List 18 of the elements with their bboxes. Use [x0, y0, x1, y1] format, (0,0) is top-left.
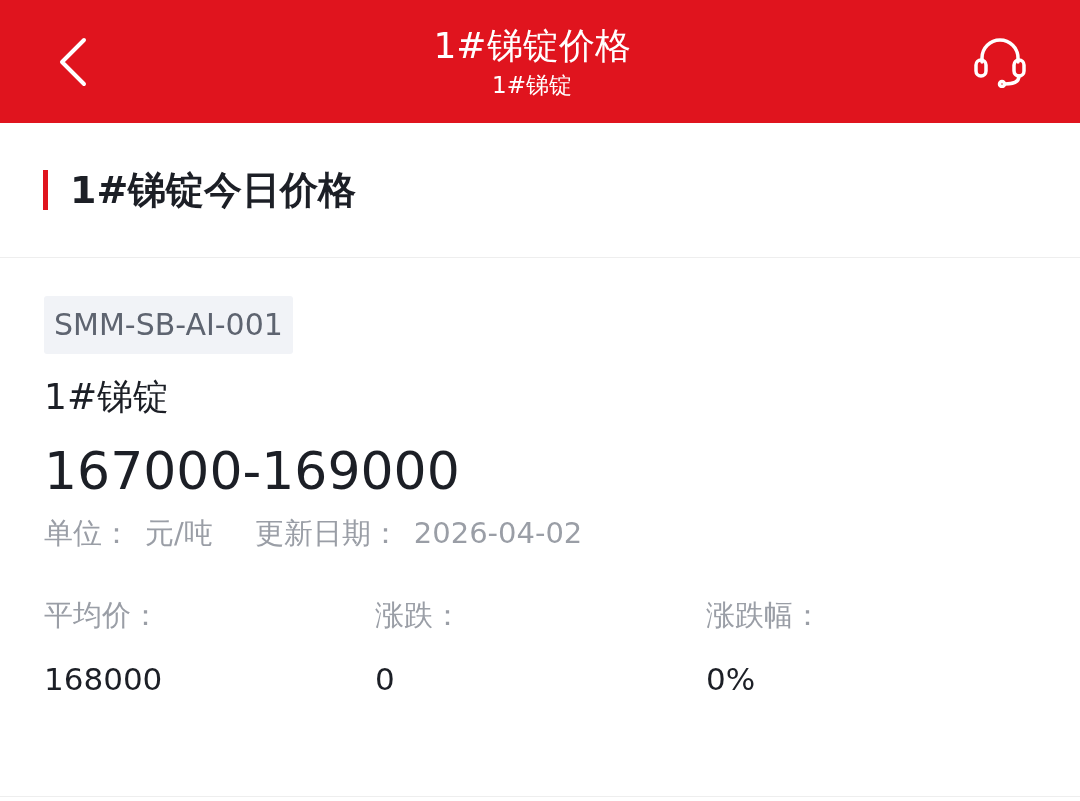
page-title: 1#锑锭价格: [433, 23, 631, 68]
unit-value: 元/吨: [145, 515, 213, 552]
headset-icon: [972, 35, 1028, 88]
stat-value: 0: [375, 660, 396, 699]
stat-label: 涨跌幅：: [706, 597, 823, 634]
price-range: 167000-169000: [44, 440, 461, 503]
section-marker: [43, 170, 48, 210]
unit-label: 单位：: [44, 515, 131, 552]
stat-label: 平均价：: [44, 597, 161, 634]
section-title: 1#锑锭今日价格: [70, 166, 357, 214]
page-subtitle: 1#锑锭: [492, 70, 572, 100]
date-label: 更新日期：: [254, 515, 400, 552]
stat-value: 0%: [706, 660, 757, 699]
stat-label: 涨跌：: [375, 597, 463, 634]
product-code-tag: SMM-SB-AI-001: [44, 296, 293, 354]
product-name: 1#锑锭: [44, 375, 171, 419]
date-value: 2026-04-02: [413, 515, 583, 552]
stat-value: 168000: [44, 660, 164, 699]
